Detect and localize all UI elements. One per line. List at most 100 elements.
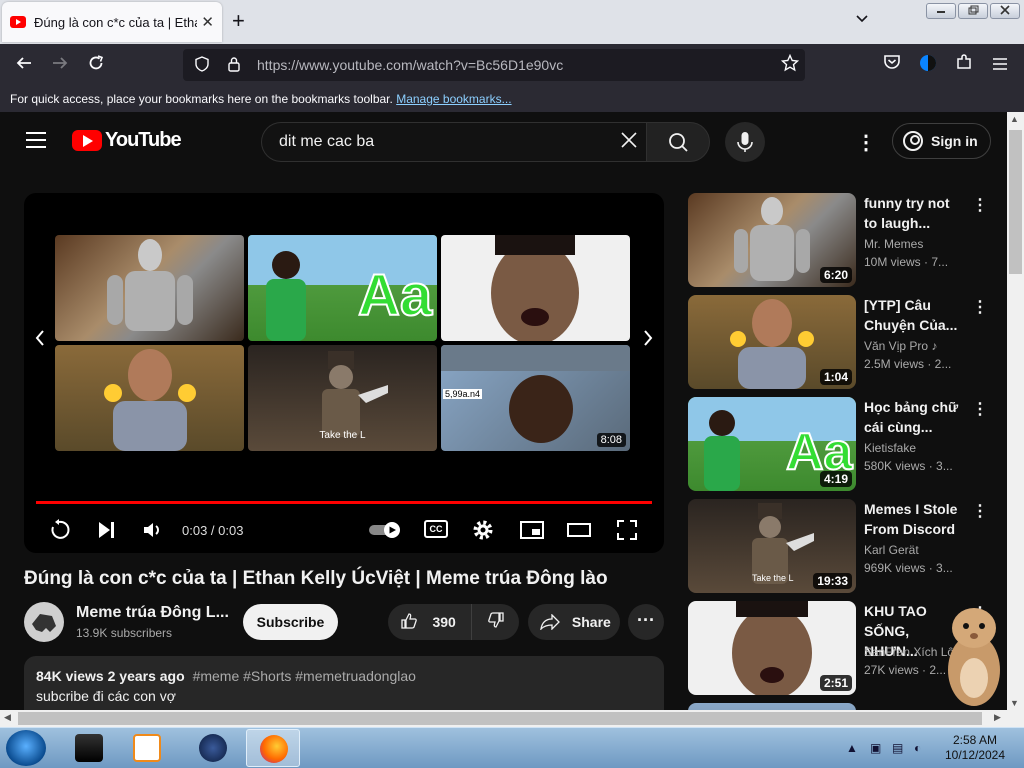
star-icon[interactable]	[775, 53, 805, 77]
end-screen-video-1[interactable]	[55, 235, 244, 341]
share-button[interactable]: Share	[528, 604, 620, 640]
more-actions-icon[interactable]: ···	[628, 604, 664, 640]
rec-thumbnail[interactable]: 6:20	[688, 193, 856, 287]
start-button-windows-icon[interactable]	[6, 730, 46, 766]
theater-icon[interactable]	[567, 519, 591, 547]
hashtags[interactable]: #meme #Shorts #memetruadonglao	[193, 668, 416, 684]
rec-title[interactable]: [YTP] Câu Chuyện Của...	[864, 295, 964, 335]
rec-thumbnail[interactable]	[688, 703, 856, 710]
recommended-video-4[interactable]: Take the L 19:33 Memes I Stole From Disc…	[688, 499, 988, 593]
gear-icon[interactable]	[472, 519, 494, 547]
extensions-puzzle-icon[interactable]	[952, 53, 976, 77]
system-clock[interactable]: 2:58 AM 10/12/2024	[940, 733, 1010, 763]
reload-icon[interactable]	[84, 53, 108, 77]
guide-menu-icon[interactable]	[26, 132, 46, 148]
restore-window-button[interactable]	[958, 3, 988, 19]
captions-button[interactable]: CC	[424, 520, 448, 538]
vertical-scrollbar-thumb[interactable]	[1009, 130, 1022, 274]
youtube-logo[interactable]: YouTube	[72, 129, 182, 152]
end-screen-video-3[interactable]	[441, 235, 630, 341]
rec-channel[interactable]: Karl Gerät	[864, 543, 919, 557]
end-screen-video-4[interactable]	[55, 345, 244, 451]
end-screen-video-5[interactable]: Take the L	[248, 345, 437, 451]
miniplayer-icon[interactable]	[520, 519, 544, 547]
network-icon[interactable]: ▤	[892, 741, 903, 755]
end-screen-video-6[interactable]: 5,99a.n4 8:08	[441, 345, 630, 451]
subscribe-button[interactable]: Subscribe	[243, 604, 338, 640]
search-button[interactable]	[646, 122, 710, 162]
forward-arrow-icon[interactable]	[48, 53, 72, 77]
dislike-button[interactable]	[472, 604, 519, 640]
recommended-video-2[interactable]: 1:04 [YTP] Câu Chuyện Của... Văn Vịp Pro…	[688, 295, 988, 389]
pocket-icon[interactable]	[880, 53, 904, 77]
fullscreen-icon[interactable]	[616, 519, 638, 547]
rec-more-icon[interactable]: ⋮	[972, 297, 988, 317]
rec-thumbnail[interactable]: Aa 4:19	[688, 397, 856, 491]
shield-icon[interactable]	[193, 55, 211, 75]
next-icon[interactable]	[96, 519, 116, 547]
rec-more-icon[interactable]: ⋮	[972, 195, 988, 215]
like-button[interactable]: 390	[388, 604, 472, 640]
scroll-down-arrow-icon[interactable]: ▼	[1010, 698, 1019, 708]
taskbar-app-2[interactable]	[120, 729, 174, 767]
sign-in-label: Sign in	[931, 133, 978, 149]
extension-dark-mode-icon[interactable]	[916, 53, 940, 77]
manage-bookmarks-link[interactable]: Manage bookmarks...	[396, 92, 511, 106]
end-screen-next-chevron-icon[interactable]	[642, 329, 654, 353]
recommended-video-3[interactable]: Aa 4:19 Học bảng chữ cái cùng... Kietisf…	[688, 397, 988, 491]
url-text[interactable]: https://www.youtube.com/watch?v=Bc56D1e9…	[257, 57, 775, 73]
rec-channel[interactable]: Mr. Memes	[864, 237, 923, 251]
recommended-video-1[interactable]: 6:20 funny try not to laugh... Mr. Memes…	[688, 193, 988, 287]
svg-text:Aa: Aa	[358, 263, 433, 328]
close-window-button[interactable]	[990, 3, 1020, 19]
clear-search-icon[interactable]	[617, 128, 641, 158]
channel-name[interactable]: Meme trúa Đông L...	[76, 604, 229, 622]
end-screen-prev-chevron-icon[interactable]	[34, 329, 46, 353]
tab-close-icon[interactable]: ✕	[201, 13, 214, 31]
minimize-window-button[interactable]	[926, 3, 956, 19]
video-title: Đúng là con c*c của ta | Ethan Kelly ÚcV…	[24, 568, 608, 589]
rec-thumbnail[interactable]: 1:04	[688, 295, 856, 389]
rec-channel[interactable]: Kietisfake	[864, 441, 916, 455]
address-bar[interactable]: https://www.youtube.com/watch?v=Bc56D1e9…	[183, 49, 805, 81]
description-box[interactable]: 84K views 2 years ago #meme #Shorts #mem…	[24, 656, 664, 710]
sign-in-button[interactable]: Sign in	[892, 123, 991, 159]
channel-avatar[interactable]	[24, 602, 64, 642]
tray-app-icon[interactable]: ▣	[870, 741, 881, 755]
taskbar-firefox-active[interactable]	[246, 729, 300, 767]
taskbar-app-1[interactable]	[62, 729, 116, 767]
scroll-right-arrow-icon[interactable]: ▶	[994, 712, 1001, 723]
menu-hamburger-icon[interactable]	[988, 53, 1012, 77]
rec-thumbnail[interactable]: 2:51	[688, 601, 856, 695]
scroll-up-arrow-icon[interactable]: ▲	[1010, 114, 1019, 124]
list-all-tabs-chevron-icon[interactable]	[855, 12, 869, 27]
new-tab-button[interactable]: +	[232, 10, 245, 32]
progress-bar[interactable]	[36, 501, 652, 504]
rec-channel[interactable]: Văn Vịp Pro ♪	[864, 339, 937, 353]
voice-search-button[interactable]	[725, 122, 765, 162]
settings-more-icon[interactable]: ⋮	[856, 130, 876, 155]
replay-icon[interactable]	[48, 519, 70, 547]
volume-tray-icon[interactable]: ◐	[914, 741, 921, 755]
scroll-left-arrow-icon[interactable]: ◀	[4, 712, 11, 723]
player-controls: 0:03 / 0:03 CC	[24, 511, 664, 551]
rec-more-icon[interactable]: ⋮	[972, 501, 988, 521]
search-input[interactable]: dit me cac ba	[261, 122, 647, 162]
volume-icon[interactable]	[142, 519, 164, 547]
back-arrow-icon[interactable]	[12, 53, 36, 77]
rec-title[interactable]: Memes I Stole From Discord	[864, 499, 964, 539]
rec-title[interactable]: Học bảng chữ cái cùng...	[864, 397, 964, 437]
rec-channel[interactable]: SanFran Xích Lô	[864, 645, 954, 659]
autoplay-toggle[interactable]	[368, 519, 404, 547]
tray-expand-icon[interactable]: ▲	[846, 741, 858, 755]
lock-icon[interactable]	[225, 56, 243, 75]
browser-tab-active[interactable]: Đúng là con c*c của ta | Ethan Kelly ÚcV…	[2, 2, 222, 42]
horizontal-scrollbar-thumb[interactable]	[18, 712, 982, 725]
rec-more-icon[interactable]: ⋮	[972, 399, 988, 419]
taskbar-app-3[interactable]	[186, 729, 240, 767]
rec-thumbnail[interactable]: Take the L 19:33	[688, 499, 856, 593]
video-player[interactable]: Aa Take the L 5,99a.n4 8:08 0:03 / 0:03 …	[24, 193, 664, 553]
rec-title[interactable]: funny try not to laugh...	[864, 193, 964, 233]
youtube-logo-icon	[72, 130, 102, 151]
end-screen-video-2[interactable]: Aa	[248, 235, 437, 341]
